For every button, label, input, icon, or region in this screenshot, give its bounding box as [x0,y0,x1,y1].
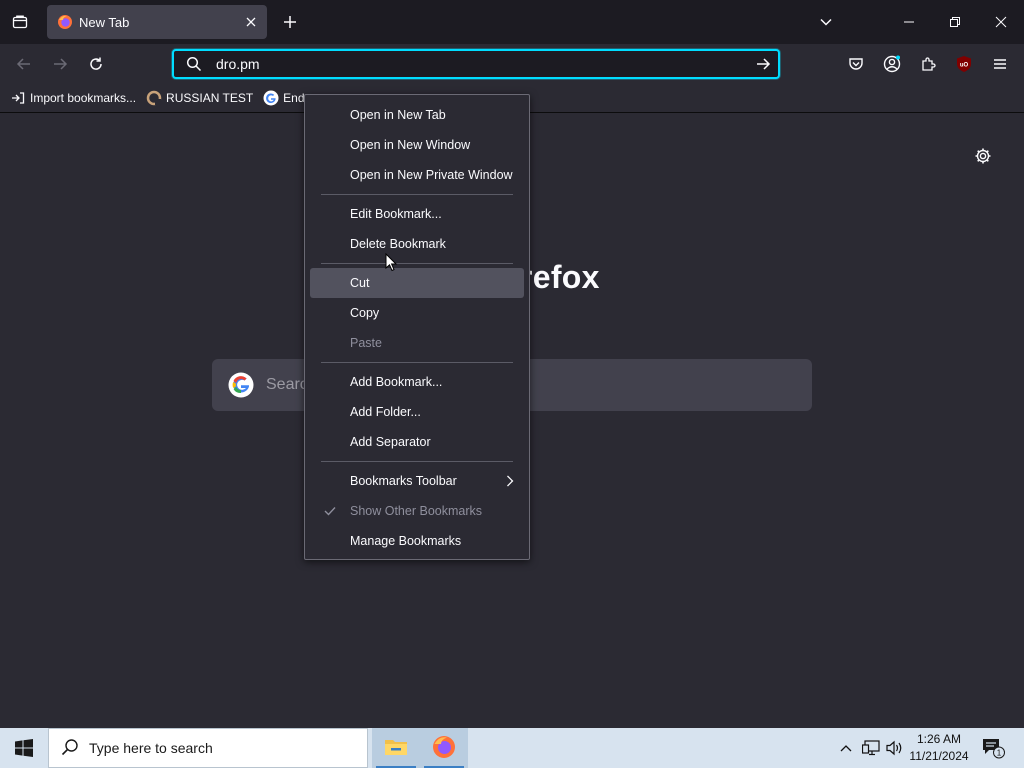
check-icon [322,496,338,526]
search-icon [178,56,210,72]
ublock-origin-icon[interactable]: uO [950,50,978,78]
extensions-icon[interactable] [914,50,942,78]
import-icon [10,90,26,106]
google-icon [228,372,254,398]
firefox-logo-icon [432,735,456,762]
tab-title: New Tab [79,14,130,30]
menu-item-paste[interactable]: Paste [310,328,524,358]
close-icon[interactable] [978,0,1024,44]
search-icon [61,738,79,759]
menu-separator [321,194,513,195]
menu-item-delete-bookmark[interactable]: Delete Bookmark [310,229,524,259]
tab-list-icon[interactable] [6,8,34,36]
taskbar-clock[interactable]: 1:26 AM 11/21/2024 [906,731,972,765]
restore-icon[interactable] [932,0,978,44]
menu-separator [321,362,513,363]
menu-separator [321,461,513,462]
url-bar[interactable] [172,49,780,79]
taskbar-file-explorer[interactable] [372,728,420,768]
menu-item-copy[interactable]: Copy [310,298,524,328]
url-input[interactable] [210,56,748,72]
plus-icon[interactable] [276,8,304,36]
pocket-icon[interactable] [842,50,870,78]
go-arrow-icon[interactable] [748,56,778,72]
bookmark-favicon-icon [146,90,162,106]
taskbar-search-placeholder: Type here to search [89,740,213,756]
bookmark-context-menu: Open in New Tab Open in New Window Open … [304,94,530,560]
network-icon[interactable] [860,728,882,768]
taskbar-search-box[interactable]: Type here to search [48,728,368,768]
menu-item-bookmarks-toolbar[interactable]: Bookmarks Toolbar [310,466,524,496]
tab-strip: New Tab [0,0,1024,44]
gear-icon[interactable] [970,143,996,169]
account-icon[interactable] [878,50,906,78]
windows-logo-icon[interactable] [0,728,48,768]
chevron-up-icon[interactable] [836,728,856,768]
windows-taskbar: Type here to search 1:26 AM 11/21/2024 1 [0,728,1024,768]
tab-new-tab[interactable]: New Tab [47,5,267,39]
notification-count: 1 [997,749,1002,758]
bookmark-label: Import bookmarks... [30,91,137,105]
bookmark-import[interactable]: Import bookmarks... [10,86,136,110]
file-explorer-icon [384,737,408,760]
hamburger-menu-icon[interactable] [986,50,1014,78]
chevron-down-icon[interactable] [812,8,840,36]
mouse-cursor-icon [385,252,399,273]
back-arrow-icon[interactable] [10,50,38,78]
menu-item-add-bookmark[interactable]: Add Bookmark... [310,367,524,397]
menu-item-manage-bookmarks[interactable]: Manage Bookmarks [310,526,524,556]
menu-separator [321,263,513,264]
menu-item-label: Show Other Bookmarks [350,504,482,518]
menu-item-show-other-bookmarks[interactable]: Show Other Bookmarks [310,496,524,526]
clock-date: 11/21/2024 [909,749,969,763]
chevron-right-icon [506,466,514,496]
firefox-wordmark: refox [520,259,600,295]
reload-icon[interactable] [82,50,110,78]
notifications-icon[interactable]: 1 [978,728,1008,768]
close-icon[interactable] [239,10,263,34]
clock-time: 1:26 AM [916,732,962,746]
svg-text:uO: uO [960,63,969,69]
minimize-icon[interactable] [886,0,932,44]
firefox-logo-icon [57,14,73,30]
menu-item-open-new-tab[interactable]: Open in New Tab [310,100,524,130]
menu-item-open-private-window[interactable]: Open in New Private Window [310,160,524,190]
taskbar-firefox[interactable] [420,728,468,768]
volume-icon[interactable] [884,728,906,768]
forward-arrow-icon[interactable] [46,50,74,78]
menu-item-add-separator[interactable]: Add Separator [310,427,524,457]
google-icon [263,90,279,106]
menu-item-cut[interactable]: Cut [310,268,524,298]
menu-item-edit-bookmark[interactable]: Edit Bookmark... [310,199,524,229]
menu-item-label: Bookmarks Toolbar [350,474,457,488]
bookmark-russian-test[interactable]: RUSSIAN TEST [146,86,253,110]
navigation-toolbar: uO [0,44,1024,84]
bookmark-label: RUSSIAN TEST [166,91,254,105]
menu-item-open-new-window[interactable]: Open in New Window [310,130,524,160]
menu-item-add-folder[interactable]: Add Folder... [310,397,524,427]
